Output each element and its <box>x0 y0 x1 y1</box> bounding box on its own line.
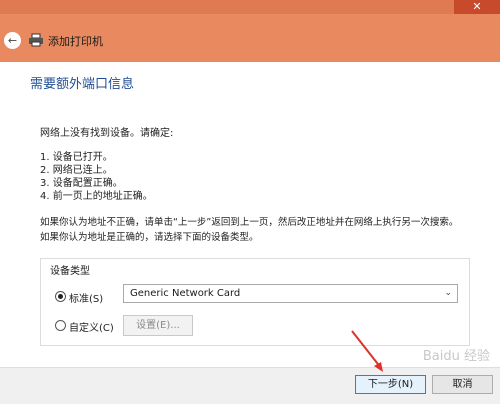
watermark: Baidu 经验 <box>422 349 490 364</box>
annotation-arrow <box>351 330 383 372</box>
